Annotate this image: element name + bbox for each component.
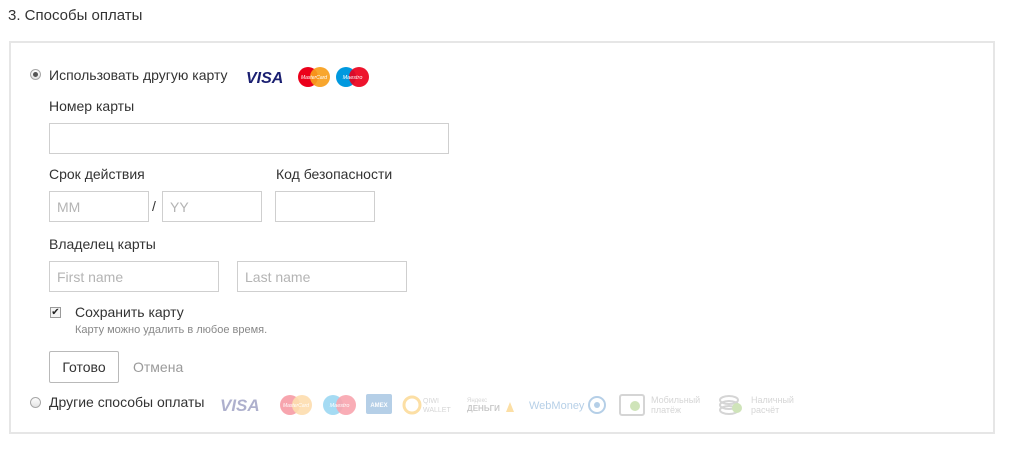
expiry-month-input[interactable]	[49, 191, 149, 222]
amex-logo-icon: AMEX	[366, 394, 392, 414]
cash-payment-logo-icon: Наличный расчёт	[719, 395, 794, 415]
mastercard-logo-icon: MasterCard	[280, 395, 312, 415]
expiry-year-input[interactable]	[162, 191, 262, 222]
maestro-logo-icon: Maestro	[336, 67, 369, 87]
maestro-logo-icon: Maestro	[323, 395, 356, 415]
visa-logo-icon: VISA	[246, 70, 283, 86]
holder-label: Владелец карты	[49, 236, 156, 252]
cash-bottom-text: расчёт	[751, 405, 779, 415]
qiwi-bottom-text: WALLET	[423, 407, 451, 414]
mobile-payment-logo-icon: Мобильный платёж	[619, 394, 700, 416]
card-option-radio[interactable]	[30, 69, 41, 80]
visa-faded-text: VISA	[220, 396, 260, 415]
other-option-label[interactable]: Другие способы оплаты	[49, 394, 204, 410]
visa-logo-icon: VISA	[220, 396, 260, 415]
cvc-input[interactable]	[275, 191, 375, 222]
section-title: 3. Способы оплаты	[8, 7, 143, 24]
mastercard-logo-text: MasterCard	[301, 75, 327, 81]
qiwi-logo-icon: QIWI WALLET	[402, 395, 451, 415]
expiry-separator: /	[152, 198, 156, 214]
webmoney-text: WebMoney	[529, 400, 585, 412]
payment-panel	[9, 41, 995, 434]
save-card-hint: Карту можно удалить в любое время.	[75, 324, 268, 336]
cancel-link[interactable]: Отмена	[133, 359, 183, 375]
card-number-label: Номер карты	[49, 98, 135, 114]
mastercard-faded-text: MasterCard	[283, 403, 309, 409]
qiwi-top-text: QIWI	[423, 398, 439, 405]
mastercard-logo-icon: MasterCard	[298, 67, 330, 87]
yandex-money-logo-icon: Яндекс ДЕНЬГИ	[467, 398, 514, 413]
amex-text: AMEX	[370, 403, 387, 409]
save-card-label[interactable]: Сохранить карту	[75, 304, 184, 320]
done-button[interactable]: Готово	[49, 351, 119, 383]
visa-logo-text: VISA	[246, 70, 283, 86]
webmoney-logo-icon: WebMoney	[529, 396, 606, 414]
maestro-logo-text: Maestro	[343, 75, 363, 81]
card-number-input[interactable]	[49, 123, 449, 154]
last-name-input[interactable]	[237, 261, 407, 292]
mobile-top-text: Мобильный	[651, 395, 700, 405]
save-card-checkbox[interactable]: ✔	[50, 307, 61, 318]
expiry-label: Срок действия	[49, 166, 145, 182]
first-name-input[interactable]	[49, 261, 219, 292]
mobile-bottom-text: платёж	[651, 405, 681, 415]
cvc-label: Код безопасности	[276, 166, 393, 182]
card-option-label[interactable]: Использовать другую карту	[49, 67, 228, 83]
cash-top-text: Наличный	[751, 395, 794, 405]
maestro-faded-text: Maestro	[330, 403, 350, 409]
other-option-radio[interactable]	[30, 397, 41, 408]
yandex-bottom-text: ДЕНЬГИ	[467, 404, 500, 413]
